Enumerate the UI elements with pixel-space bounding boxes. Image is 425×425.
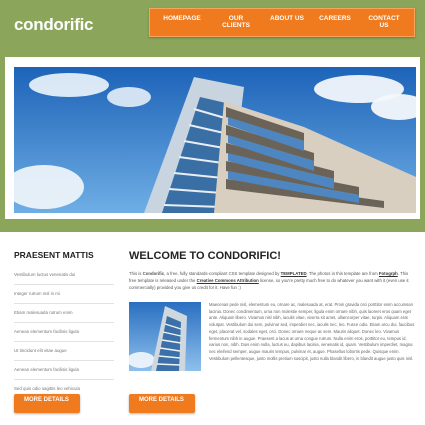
templated-link[interactable]: TEMPLATED	[281, 271, 307, 276]
sidebar-link[interactable]: Ut tincidunt elit vitae augue	[14, 342, 114, 361]
building-thumbnail-icon	[129, 302, 201, 371]
main-content: WELCOME TO CONDORIFIC! This is Condorifi…	[129, 250, 415, 371]
sidebar-title: PRAESENT MATTIS	[14, 250, 94, 260]
sidebar-link[interactable]: Aenean elementum facilisis ligula	[14, 323, 114, 342]
sidebar: PRAESENT MATTIS Vestibulum luctus venena…	[14, 250, 114, 398]
content-area: PRAESENT MATTIS Vestibulum luctus venena…	[0, 232, 425, 425]
body-paragraph: Maecenas pede nisl, elementum eu, ornare…	[209, 302, 415, 361]
fotogrph-link[interactable]: Fotogrph	[379, 271, 398, 276]
main-nav: HOMEPAGE OUR CLIENTS ABOUT US CAREERS CO…	[149, 8, 415, 37]
nav-item-our-clients[interactable]: OUR CLIENTS	[216, 9, 256, 36]
main-more-details-button[interactable]: MORE DETAILS	[129, 394, 195, 413]
sidebar-link[interactable]: Integer rutrum nisl in mi	[14, 285, 114, 304]
sidebar-link[interactable]: Aenean elementum facilisis ligula	[14, 361, 114, 380]
site-logo[interactable]: condorific	[14, 15, 93, 35]
sidebar-link[interactable]: Vestibulum luctus venenatis dui	[14, 266, 114, 285]
nav-item-homepage[interactable]: HOMEPAGE	[158, 9, 206, 36]
hero-image	[14, 67, 416, 213]
hero-frame	[5, 57, 420, 219]
page-title: WELCOME TO CONDORIFIC!	[129, 250, 281, 262]
nav-item-about-us[interactable]: ABOUT US	[266, 9, 308, 36]
nav-item-contact-us[interactable]: CONTACT US	[364, 9, 404, 36]
building-photo-icon	[14, 67, 416, 213]
sidebar-more-details-button[interactable]: MORE DETAILS	[14, 394, 80, 413]
creative-commons-link[interactable]: Creative Commons Attribution	[197, 278, 259, 283]
sidebar-list: Vestibulum luctus venenatis dui Integer …	[14, 266, 114, 398]
nav-item-careers[interactable]: CAREERS	[312, 9, 358, 36]
brand-name: Condorific	[142, 271, 165, 276]
site-header: condorific HOMEPAGE OUR CLIENTS ABOUT US…	[0, 0, 425, 55]
building-thumbnail	[129, 302, 201, 371]
intro-paragraph: This is Condorific, a free, fully standa…	[129, 271, 409, 291]
sidebar-link[interactable]: Etiam malesuada rutrum enim	[14, 304, 114, 323]
